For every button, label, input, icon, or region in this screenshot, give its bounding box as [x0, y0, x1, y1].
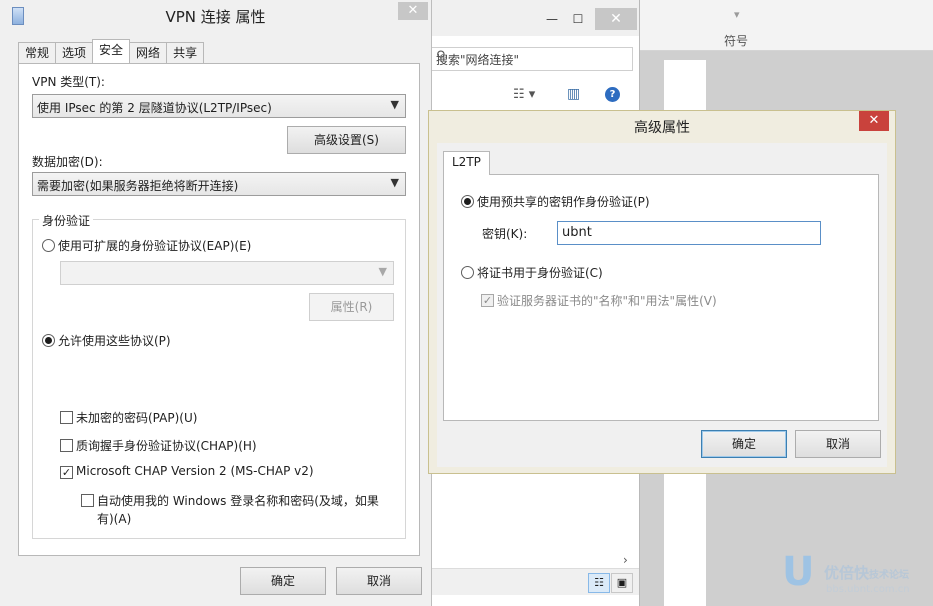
close-icon[interactable]: ✕ — [398, 2, 428, 20]
vpn-type-label: VPN 类型(T): — [32, 75, 105, 89]
auto-login-label-line1[interactable]: 自动使用我的 Windows 登录名称和密码(及域，如果 — [97, 492, 379, 509]
advanced-settings-button[interactable]: 高级设置(S) — [287, 126, 406, 154]
verify-cert-checkbox[interactable]: ✓ — [481, 294, 494, 307]
vpn-type-value: 使用 IPsec 的第 2 层隧道协议(L2TP/IPsec) — [37, 101, 272, 115]
watermark-tagline: 技术论坛 — [869, 570, 910, 581]
eap-method-select[interactable]: ▼ — [60, 261, 394, 285]
eap-properties-button[interactable]: 属性(R) — [309, 293, 394, 321]
minimize-icon[interactable]: — — [541, 11, 563, 27]
eap-radio-label[interactable]: 使用可扩展的身份验证协议(EAP)(E) — [58, 237, 251, 254]
search-icon[interactable]: ⚲ — [436, 49, 626, 64]
explorer-search-input[interactable]: 搜索"网络连接" ⚲ — [431, 47, 633, 71]
advanced-properties-dialog: 高级属性 ✕ L2TP 使用预共享的密钥作身份验证(P) 密钥(K): ubnt… — [428, 110, 896, 474]
key-input[interactable]: ubnt — [557, 221, 821, 245]
advanced-dialog-title: 高级属性 — [634, 120, 690, 136]
vpn-dialog-titlebar: VPN 连接 属性 ✕ — [0, 0, 431, 32]
tab-network[interactable]: 网络 — [129, 42, 168, 63]
maximize-icon[interactable]: ☐ — [567, 11, 589, 27]
pap-checkbox[interactable] — [60, 411, 73, 424]
key-value: ubnt — [562, 225, 592, 240]
watermark-url: bbs.ubnt.com.cn — [826, 584, 910, 595]
word-ribbon: ▔▔ ▔▔ ▔▔ ▾ 符号 — [640, 0, 933, 51]
chap-checkbox[interactable] — [60, 439, 73, 452]
tab-sharing[interactable]: 共享 — [166, 42, 205, 63]
cert-radio-label[interactable]: 将证书用于身份验证(C) — [477, 264, 603, 281]
ubnt-logo-icon: U — [782, 549, 815, 595]
tab-security[interactable]: 安全 — [92, 39, 131, 63]
ok-button[interactable]: 确定 — [240, 567, 326, 595]
advanced-cancel-button[interactable]: 取消 — [795, 430, 881, 458]
explorer-toolbar: ☷ ▾ ▥ ? — [421, 80, 639, 111]
chap-label[interactable]: 质询握手身份验证协议(CHAP)(H) — [76, 437, 257, 454]
details-view-icon[interactable]: ☷ — [588, 573, 610, 593]
ribbon-dropdown-icon[interactable]: ▾ — [734, 8, 740, 21]
watermark-name: 优倍快技术论坛 — [824, 562, 909, 583]
authentication-group: 身份验证 使用可扩展的身份验证协议(EAP)(E) ▼ 属性(R) 允许使用这些… — [32, 212, 406, 539]
encryption-select[interactable]: 需要加密(如果服务器拒绝将断开连接) ▼ — [32, 172, 406, 196]
key-label: 密钥(K): — [482, 227, 528, 241]
security-tab-panel: VPN 类型(T): 使用 IPsec 的第 2 层隧道协议(L2TP/IPse… — [18, 63, 420, 556]
pap-label[interactable]: 未加密的密码(PAP)(U) — [76, 409, 197, 426]
mschap-label[interactable]: Microsoft CHAP Version 2 (MS-CHAP v2) — [76, 464, 314, 478]
view-options-icon[interactable]: ☷ ▾ — [513, 87, 535, 102]
allow-protocols-label[interactable]: 允许使用这些协议(P) — [58, 332, 171, 349]
explorer-titlebar: — ☐ ✕ — [421, 0, 639, 36]
allow-protocols-radio[interactable] — [42, 334, 55, 347]
psk-radio[interactable] — [461, 195, 474, 208]
watermark-brand: 优倍快 — [824, 564, 870, 582]
scroll-right-icon[interactable]: › — [623, 553, 628, 567]
encryption-value: 需要加密(如果服务器拒绝将断开连接) — [37, 179, 239, 193]
close-icon[interactable]: ✕ — [859, 111, 889, 131]
chevron-down-icon: ▼ — [390, 176, 399, 189]
close-icon[interactable]: ✕ — [595, 8, 637, 30]
auto-login-checkbox[interactable] — [81, 494, 94, 507]
auto-login-label-line2[interactable]: 有)(A) — [97, 510, 131, 527]
advanced-ok-button[interactable]: 确定 — [701, 430, 787, 458]
tab-options[interactable]: 选项 — [55, 42, 94, 63]
help-icon[interactable]: ? — [605, 87, 620, 102]
l2tp-tab-panel: 使用预共享的密钥作身份验证(P) 密钥(K): ubnt 将证书用于身份验证(C… — [443, 174, 879, 421]
vpn-properties-dialog: VPN 连接 属性 ✕ 常规 选项 安全 网络 共享 VPN 类型(T): 使用… — [0, 0, 432, 606]
encryption-label: 数据加密(D): — [32, 155, 103, 169]
ribbon-ghost-text: ▔▔ — [684, 0, 701, 9]
ribbon-group-label: 符号 — [724, 34, 749, 48]
mschap-checkbox[interactable]: ✓ — [60, 466, 73, 479]
tab-general[interactable]: 常规 — [18, 42, 57, 63]
ribbon-ghost-text: ▔▔ — [766, 0, 783, 9]
cert-radio[interactable] — [461, 266, 474, 279]
advanced-dialog-body: L2TP 使用预共享的密钥作身份验证(P) 密钥(K): ubnt 将证书用于身… — [437, 143, 887, 467]
site-watermark: U 优倍快技术论坛 bbs.ubnt.com.cn — [780, 548, 930, 600]
authentication-group-label: 身份验证 — [39, 212, 94, 229]
vpn-dialog-title: VPN 连接 属性 — [165, 8, 266, 26]
advanced-tabs: L2TP — [443, 151, 490, 175]
tab-l2tp[interactable]: L2TP — [443, 151, 490, 175]
verify-cert-label: 验证服务器证书的"名称"和"用法"属性(V) — [497, 294, 717, 308]
eap-radio[interactable] — [42, 239, 55, 252]
cancel-button[interactable]: 取消 — [336, 567, 422, 595]
preview-pane-icon[interactable]: ▥ — [567, 86, 580, 102]
vpn-type-select[interactable]: 使用 IPsec 的第 2 层隧道协议(L2TP/IPsec) ▼ — [32, 94, 406, 118]
chevron-down-icon: ▼ — [378, 265, 387, 278]
large-icons-view-icon[interactable]: ▣ — [611, 573, 633, 593]
explorer-statusbar: ☷ ▣ — [421, 568, 639, 595]
vpn-tabs: 常规 选项 安全 网络 共享 — [18, 39, 205, 63]
chevron-down-icon: ▼ — [390, 98, 399, 111]
psk-radio-label[interactable]: 使用预共享的密钥作身份验证(P) — [477, 193, 650, 210]
